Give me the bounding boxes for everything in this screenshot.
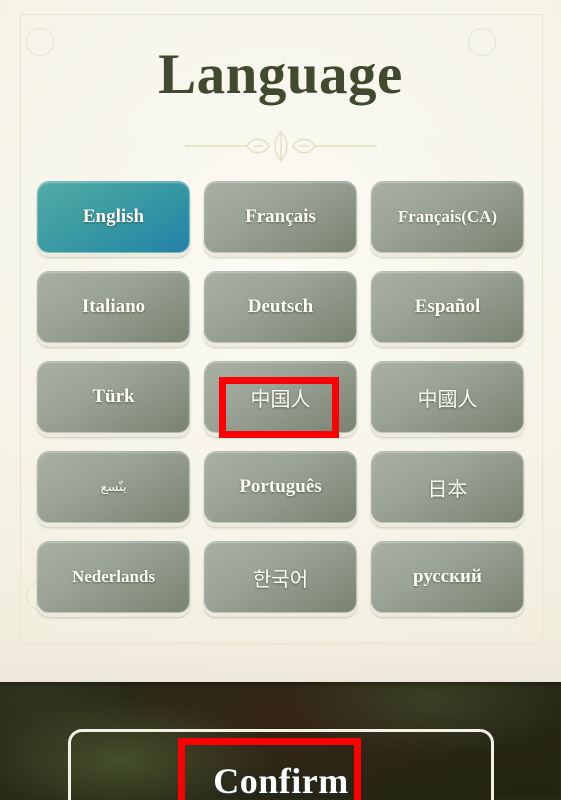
language-label: 한국어	[252, 566, 309, 591]
language-button-chinese-simplified[interactable]: 中国人	[204, 361, 357, 433]
language-label: يتّسع	[100, 479, 127, 495]
language-button-nederlands[interactable]: Nederlands	[37, 541, 190, 613]
language-button-arabic[interactable]: يتّسع	[37, 451, 190, 523]
language-button-francais-ca[interactable]: Français(CA)	[371, 181, 524, 253]
language-button-english[interactable]: English	[37, 181, 190, 253]
language-label: 日本	[427, 476, 468, 501]
divider-ornament-icon	[184, 126, 377, 166]
language-button-korean[interactable]: 한국어	[204, 541, 357, 613]
language-label: Nederlands	[71, 567, 156, 586]
language-label: Italiano	[81, 296, 146, 317]
language-button-italiano[interactable]: Italiano	[37, 271, 190, 343]
language-button-chinese-traditional[interactable]: 中國人	[371, 361, 524, 433]
language-label: Português	[239, 476, 322, 497]
language-selection-screen: Language English Français Français(CA) I…	[0, 0, 561, 800]
language-button-espanol[interactable]: Español	[371, 271, 524, 343]
language-label: Français(CA)	[397, 207, 498, 226]
language-grid: English Français Français(CA) Italiano D…	[37, 181, 524, 613]
language-label: 中国人	[250, 386, 311, 411]
language-button-russian[interactable]: русский	[371, 541, 524, 613]
language-panel: Language English Français Français(CA) I…	[0, 0, 561, 682]
language-label: Français	[245, 206, 316, 227]
language-label: русский	[413, 566, 482, 587]
language-label: Türk	[92, 386, 135, 407]
language-label: Español	[414, 296, 481, 317]
language-label: 中國人	[417, 386, 478, 411]
language-button-deutsch[interactable]: Deutsch	[204, 271, 357, 343]
confirm-button-label: Confirm	[213, 761, 349, 800]
language-button-francais[interactable]: Français	[204, 181, 357, 253]
confirm-button[interactable]: Confirm	[68, 729, 494, 800]
language-button-turk[interactable]: Türk	[37, 361, 190, 433]
language-button-japanese[interactable]: 日本	[371, 451, 524, 523]
language-button-portugues[interactable]: Português	[204, 451, 357, 523]
language-label: English	[82, 206, 145, 227]
language-label: Deutsch	[247, 296, 314, 317]
page-title: Language	[158, 43, 403, 106]
